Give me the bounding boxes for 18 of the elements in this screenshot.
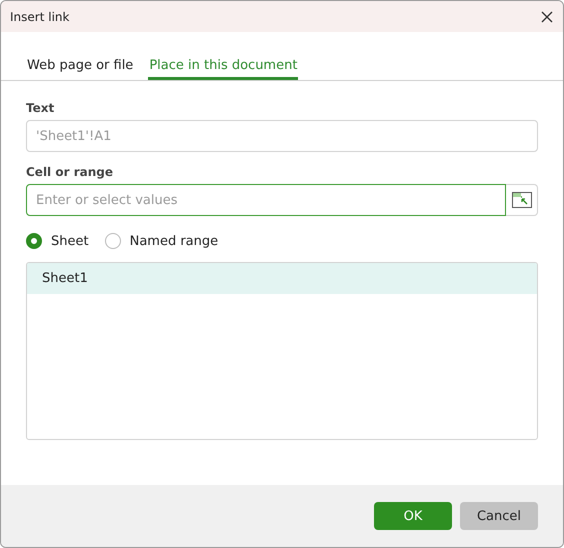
radio-button[interactable] <box>104 233 121 249</box>
ok-button[interactable]: OK <box>374 502 452 530</box>
tab[interactable]: Place in this document <box>148 55 298 80</box>
radio-option[interactable]: Sheet <box>26 233 89 249</box>
field-label: Cell or range <box>26 165 114 179</box>
range-field[interactable]: Enter or select values <box>26 184 506 216</box>
close-icon <box>541 10 553 22</box>
radio-button[interactable] <box>26 233 42 249</box>
close-button[interactable] <box>539 8 555 24</box>
cancel-button[interactable]: Cancel <box>460 502 538 530</box>
list-item[interactable]: Sheet1 <box>27 263 537 294</box>
field-label: Text <box>26 101 56 115</box>
text-field[interactable]: 'Sheet1'!A1 <box>26 120 538 152</box>
tab[interactable]: Web page or file <box>26 55 134 80</box>
window-title: Insert link <box>10 10 70 24</box>
radio-option[interactable]: Named range <box>104 233 218 249</box>
select-range-button[interactable] <box>506 184 538 216</box>
range-select-icon <box>512 192 532 208</box>
